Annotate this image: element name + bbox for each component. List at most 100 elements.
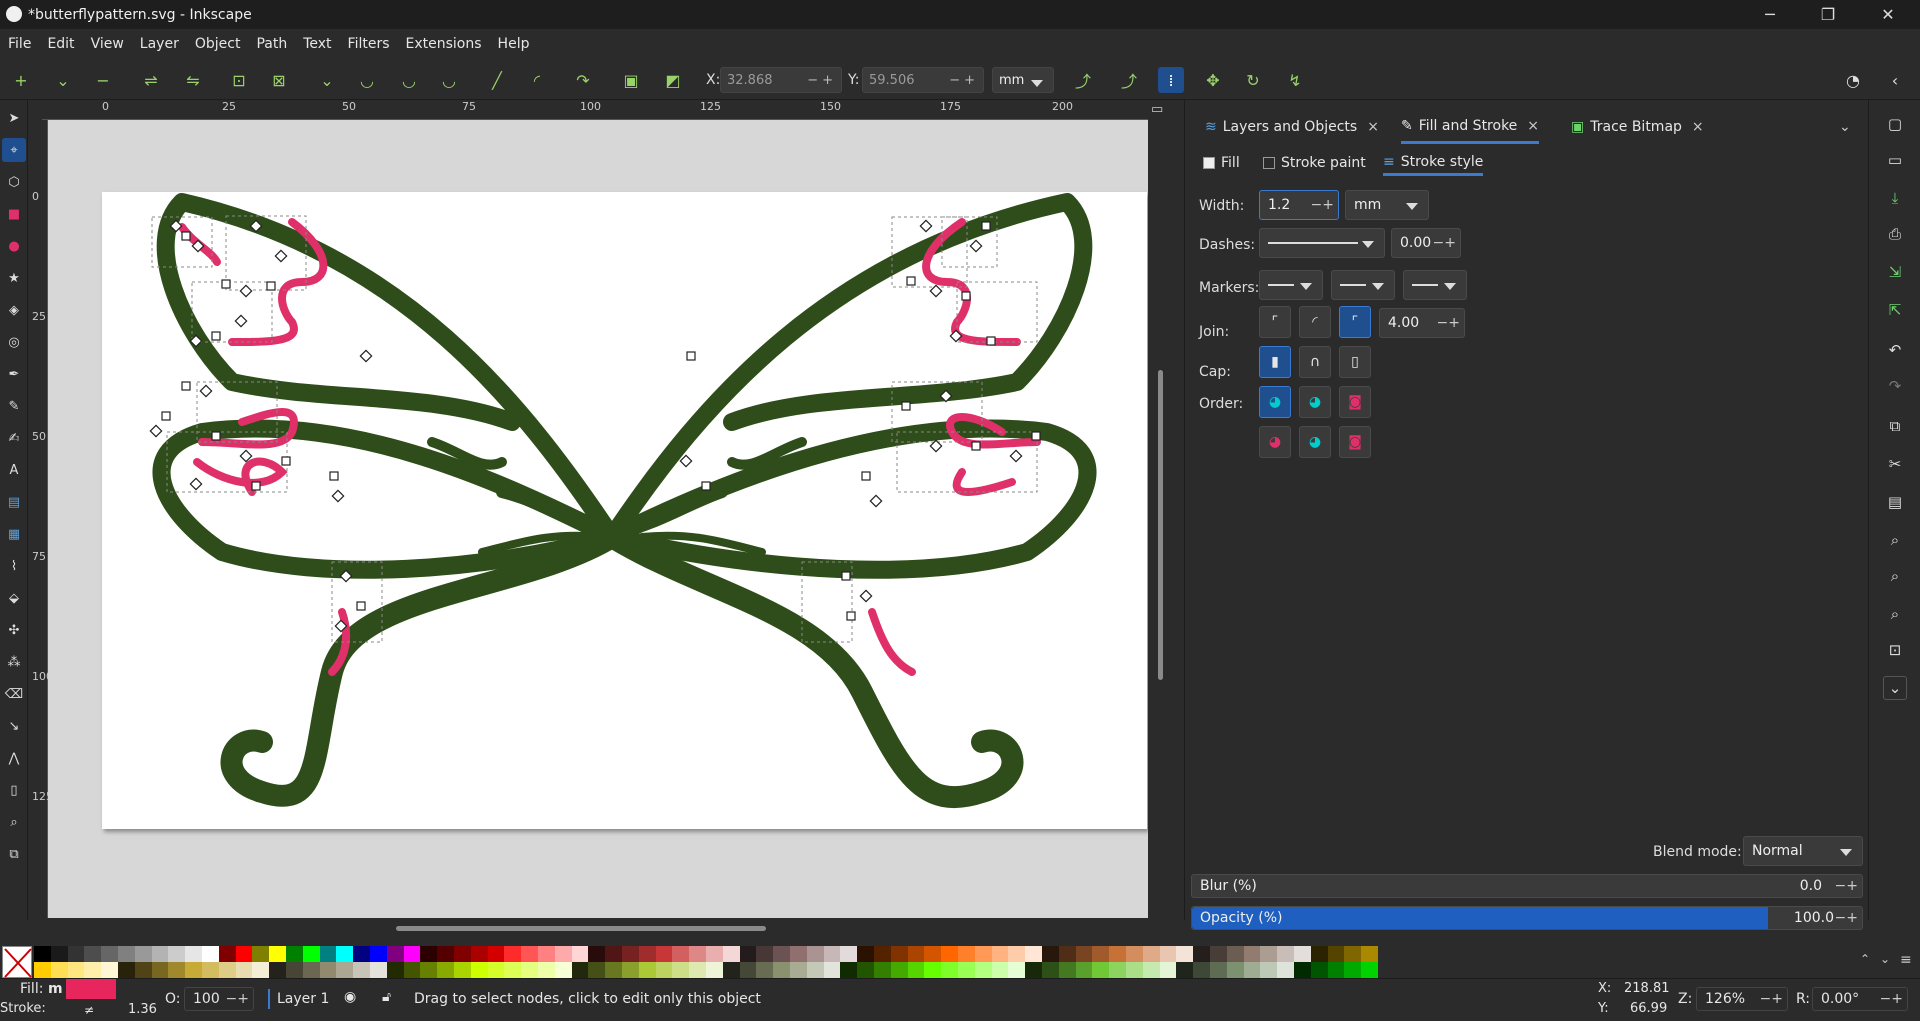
open-document-icon[interactable]: ▭ [1883,148,1907,172]
color-swatch[interactable] [924,946,942,962]
zoom-tool-icon[interactable]: ⌕ [2,810,26,834]
color-swatch[interactable] [336,946,354,962]
paste-icon[interactable]: ▤ [1883,490,1907,514]
color-swatch[interactable] [756,962,774,978]
color-swatch[interactable] [588,962,606,978]
color-swatch[interactable] [1092,946,1110,962]
opacity-stepper[interactable]: −+ [1835,910,1858,926]
insert-dropdown-icon[interactable]: ⌄ [50,67,76,93]
node-auto-icon[interactable]: ◡ [436,67,462,93]
color-swatch[interactable] [353,962,371,978]
color-swatch[interactable] [773,946,791,962]
color-swatch[interactable] [857,962,875,978]
menu-filters[interactable]: Filters [340,36,398,52]
snap-toggle-icon[interactable]: ◔ [1840,67,1866,93]
color-swatch[interactable] [890,962,908,978]
menu-layer[interactable]: Layer [132,36,187,52]
zoom-input[interactable]: 126% −+ [1696,987,1788,1011]
color-swatch[interactable] [1142,962,1160,978]
layer-lock-icon[interactable]: 🔓︎ [382,989,391,1005]
tab-fill-stroke[interactable]: ✎ Fill and Stroke × [1401,110,1540,144]
color-swatch[interactable] [1126,946,1143,962]
color-swatch[interactable] [1277,946,1295,962]
mesh-tool-icon[interactable]: ▦ [2,522,26,546]
y-coordinate-field[interactable]: 59.506 −+ [862,67,984,93]
close-button[interactable]: ✕ [1860,0,1916,29]
color-swatch[interactable] [1361,946,1379,962]
color-swatch[interactable] [773,962,791,978]
export-icon[interactable]: ⇱ [1883,298,1907,322]
x-coordinate-field[interactable]: 32.868 −+ [720,67,842,93]
dash-offset-stepper[interactable]: −+ [1433,235,1456,251]
color-swatch[interactable] [67,946,85,962]
color-swatch[interactable] [907,946,925,962]
tweak-tool-icon[interactable]: ⬡ [2,170,26,194]
pink-pattern-group[interactable] [178,218,1041,676]
color-swatch[interactable] [101,962,119,978]
transform-handles-icon[interactable]: ✥ [1200,67,1226,93]
color-swatch[interactable] [420,946,438,962]
color-swatch[interactable] [1327,946,1345,962]
vertical-scrollbar[interactable] [1158,370,1163,680]
color-swatch[interactable] [504,962,522,978]
color-swatch[interactable] [706,946,723,962]
show-path-outline-icon[interactable]: ⤴ [1116,67,1142,93]
spray-tool-icon[interactable]: ⁂ [2,650,26,674]
break-path-icon[interactable]: ⇋ [180,67,206,93]
color-swatch[interactable] [991,962,1009,978]
cap-square-button[interactable]: ▯ [1339,346,1371,378]
color-swatch[interactable] [235,962,253,978]
no-paint-swatch[interactable] [2,946,32,978]
delete-segment-icon[interactable]: ⊠ [266,67,292,93]
color-swatch[interactable] [538,962,555,978]
undo-icon[interactable]: ↶ [1883,338,1907,362]
dropper-tool-icon[interactable]: ⌇ [2,554,26,578]
color-swatch[interactable] [958,962,975,978]
vertical-ruler[interactable]: 0 25 50 75 100 125 [28,120,53,918]
color-swatch[interactable] [34,946,51,962]
minimize-button[interactable]: ─ [1742,0,1798,29]
color-swatch[interactable] [1008,962,1026,978]
color-swatch[interactable] [386,962,404,978]
color-swatch[interactable] [1193,946,1211,962]
start-marker-select[interactable] [1259,270,1323,300]
color-swatch[interactable] [420,962,438,978]
color-swatch[interactable] [370,962,387,978]
color-swatch[interactable] [487,962,505,978]
menu-edit[interactable]: Edit [39,36,82,52]
order-markers-fill-stroke-button[interactable]: ◕ [1259,426,1291,458]
color-swatch[interactable] [1159,962,1177,978]
color-swatch[interactable] [185,962,203,978]
color-swatch[interactable] [151,946,169,962]
order-fill-stroke-markers-button[interactable]: ◕ [1259,386,1291,418]
color-swatch[interactable] [202,962,219,978]
color-swatch[interactable] [823,962,841,978]
color-swatch[interactable] [605,962,623,978]
menu-object[interactable]: Object [187,36,249,52]
color-swatch[interactable] [756,946,774,962]
color-swatch[interactable] [50,946,68,962]
color-swatch[interactable] [806,962,824,978]
color-swatch[interactable] [1109,962,1127,978]
selector-tool-icon[interactable]: ➤ [2,106,26,130]
color-swatch[interactable] [286,962,303,978]
color-swatch[interactable] [874,946,891,962]
rotation-input[interactable]: 0.00° −+ [1812,987,1908,1011]
butterfly-drawing[interactable] [102,192,1147,829]
color-swatch[interactable] [1008,946,1026,962]
color-swatch[interactable] [353,946,371,962]
cap-butt-button[interactable]: ▮ [1259,346,1291,378]
color-swatch[interactable] [924,962,942,978]
color-swatch[interactable] [168,962,186,978]
miter-limit-input[interactable]: 4.00 −+ [1379,308,1465,338]
color-swatch[interactable] [1025,946,1043,962]
color-swatch[interactable] [1142,946,1160,962]
zoom-selection-icon[interactable]: ⌕ [1883,528,1907,552]
color-swatch[interactable] [1361,962,1379,978]
color-swatch[interactable] [134,946,152,962]
join-bevel-button[interactable]: ⌜ [1339,306,1371,338]
menu-text[interactable]: Text [295,36,339,52]
join-round-button[interactable]: ◜ [1299,306,1331,338]
color-swatch[interactable] [907,962,925,978]
color-swatch[interactable] [1210,946,1227,962]
